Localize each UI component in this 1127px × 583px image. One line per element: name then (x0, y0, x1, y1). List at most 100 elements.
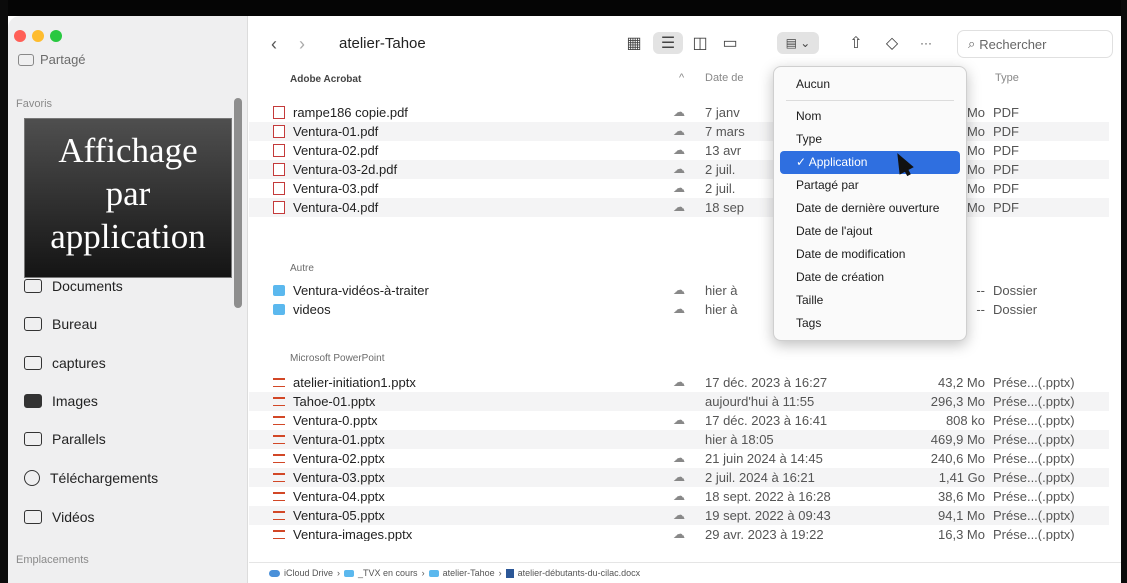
table-row[interactable]: rampe186 copie.pdf ☁ 7 janv Mo PDF (249, 103, 1109, 122)
share-icon[interactable]: ⇧ (845, 32, 867, 54)
tag-icon[interactable]: ◇ (881, 32, 903, 54)
table-row[interactable]: Ventura-04.pdf ☁ 18 sep Mo PDF (249, 198, 1109, 217)
file-size: Mo (966, 143, 985, 158)
sidebar-item-bureau[interactable]: Bureau (24, 316, 97, 332)
file-name: Ventura-vidéos-à-traiter (293, 283, 429, 298)
search-icon: ⌕ (968, 36, 976, 51)
screen-frame-left (0, 0, 8, 583)
menu-item-application[interactable]: ✓ Application (780, 151, 960, 174)
file-date: 2 juil. (705, 181, 736, 196)
menu-item-partage-par[interactable]: Partagé par (774, 174, 966, 197)
table-row[interactable]: Ventura-04.pptx ☁ 18 sept. 2022 à 16:28 … (249, 487, 1109, 506)
toolbar: ‹ › atelier-Tahoe ▦ ☰ ◫ ▭ ▤ ⌄ ⇧ ◇ ··· ⌕ … (249, 16, 1121, 68)
table-row[interactable]: Ventura-02.pdf ☁ 13 avr Mo PDF (249, 141, 1109, 160)
file-kind: Prése...(.pptx) (993, 394, 1075, 409)
zoom-window-button[interactable] (50, 30, 62, 42)
file-size: Mo (966, 124, 985, 139)
sidebar-item-label: Parallels (52, 431, 106, 447)
file-size: -- (976, 302, 985, 317)
download-icon (24, 470, 40, 486)
menu-item-aucun[interactable]: Aucun (774, 73, 966, 96)
pptx-file-icon (273, 492, 285, 501)
table-row[interactable]: Ventura-03.pdf ☁ 2 juil. Mo PDF (249, 179, 1109, 198)
forward-button[interactable]: › (299, 34, 305, 55)
file-kind: Prése...(.pptx) (993, 432, 1075, 447)
folder-icon (344, 569, 355, 577)
pptx-file-icon (273, 435, 285, 444)
path-item[interactable]: atelier-débutants-du-cilac.docx (518, 568, 641, 578)
menu-item-taille[interactable]: Taille (774, 289, 966, 312)
table-row[interactable]: Ventura-images.pptx ☁ 29 avr. 2023 à 19:… (249, 525, 1109, 541)
sidebar-item-telechargements[interactable]: Téléchargements (24, 470, 158, 486)
search-field[interactable]: ⌕ Rechercher (957, 30, 1113, 58)
finder-window: Partagé Favoris Documents Bureau capture… (0, 0, 1127, 583)
table-row[interactable]: Ventura-03.pptx ☁ 2 juil. 2024 à 16:21 1… (249, 468, 1109, 487)
table-row[interactable]: Ventura-05.pptx ☁ 19 sept. 2022 à 09:43 … (249, 506, 1109, 525)
pdf-file-icon (273, 163, 285, 176)
menu-item-type[interactable]: Type (774, 128, 966, 151)
table-row[interactable]: atelier-initiation1.pptx ☁ 17 déc. 2023 … (249, 373, 1109, 392)
file-date: 7 mars (705, 124, 745, 139)
desktop-icon (24, 317, 42, 331)
file-date: 29 avr. 2023 à 19:22 (705, 527, 824, 541)
menu-item-nom[interactable]: Nom (774, 105, 966, 128)
sidebar-item-videos[interactable]: Vidéos (24, 509, 95, 525)
table-row[interactable]: videos ☁ hier à -- Dossier (249, 300, 1109, 319)
table-row[interactable]: Ventura-01.pptx hier à 18:05 469,9 Mo Pr… (249, 430, 1109, 449)
sort-indicator-icon[interactable]: ^ (679, 72, 684, 84)
close-window-button[interactable] (14, 30, 26, 42)
sidebar-item-shared[interactable]: Partagé (18, 52, 86, 67)
path-item[interactable]: _TVX en cours (358, 568, 418, 578)
table-row[interactable]: Ventura-vidéos-à-traiter ☁ hier à -- Dos… (249, 281, 1109, 300)
gallery-view-icon[interactable]: ▭ (719, 32, 741, 54)
table-row[interactable]: Ventura-0.pptx ☁ 17 déc. 2023 à 16:41 80… (249, 411, 1109, 430)
file-name: Ventura-03-2d.pdf (293, 162, 398, 177)
pdf-file-icon (273, 144, 285, 157)
file-size: 296,3 Mo (930, 394, 985, 409)
menu-item-date-modification[interactable]: Date de modification (774, 243, 966, 266)
file-kind: Dossier (993, 302, 1038, 317)
menu-item-date-ajout[interactable]: Date de l'ajout (774, 220, 966, 243)
screen-frame-right (1121, 0, 1127, 583)
icon-view-icon[interactable]: ▦ (623, 32, 645, 54)
path-item[interactable]: atelier-Tahoe (443, 568, 495, 578)
table-row[interactable]: Ventura-01.pdf ☁ 7 mars Mo PDF (249, 122, 1109, 141)
sidebar-item-captures[interactable]: captures (24, 355, 106, 371)
file-kind: Prése...(.pptx) (993, 375, 1075, 390)
file-name: Ventura-01.pdf (293, 124, 379, 139)
list-view-icon[interactable]: ☰ (653, 32, 683, 54)
overlay-line-1: Affichage (58, 131, 198, 170)
cloud-icon: ☁ (673, 105, 685, 119)
table-row[interactable]: Ventura-03-2d.pdf ☁ 2 juil. Mo PDF (249, 160, 1109, 179)
sidebar-item-label: captures (52, 355, 106, 371)
column-header-date[interactable]: Date de (705, 72, 744, 84)
minimize-window-button[interactable] (32, 30, 44, 42)
file-kind: PDF (993, 200, 1019, 215)
table-row[interactable]: Ventura-02.pptx ☁ 21 juin 2024 à 14:45 2… (249, 449, 1109, 468)
file-date: 21 juin 2024 à 14:45 (705, 451, 823, 466)
table-row[interactable]: Tahoe-01.pptx aujourd'hui à 11:55 296,3 … (249, 392, 1109, 411)
pptx-file-icon (273, 416, 285, 425)
shared-folder-icon (18, 53, 34, 66)
menu-item-date-derniere-ouverture[interactable]: Date de dernière ouverture (774, 197, 966, 220)
screen-frame-top (0, 0, 1127, 16)
overlay-line-2: par (105, 174, 151, 213)
back-button[interactable]: ‹ (271, 34, 277, 55)
file-size: 1,41 Go (938, 470, 985, 485)
sidebar-item-parallels[interactable]: Parallels (24, 431, 106, 447)
menu-item-date-creation[interactable]: Date de création (774, 266, 966, 289)
file-size: 16,3 Mo (938, 527, 985, 541)
column-header-type[interactable]: Type (995, 72, 1019, 84)
sidebar-scrollbar[interactable] (234, 98, 242, 308)
column-view-icon[interactable]: ◫ (689, 32, 711, 54)
path-item[interactable]: iCloud Drive (284, 568, 333, 578)
file-size: 38,6 Mo (938, 489, 985, 504)
pptx-file-icon (273, 530, 285, 539)
window-title: atelier-Tahoe (339, 35, 426, 52)
file-name: rampe186 copie.pdf (293, 105, 408, 120)
sidebar-item-documents[interactable]: Documents (24, 278, 123, 294)
sidebar-item-images[interactable]: Images (24, 393, 98, 409)
group-by-icon[interactable]: ▤ ⌄ (777, 32, 819, 54)
more-actions-icon[interactable]: ··· (915, 32, 937, 54)
menu-item-tags[interactable]: Tags (774, 312, 966, 335)
